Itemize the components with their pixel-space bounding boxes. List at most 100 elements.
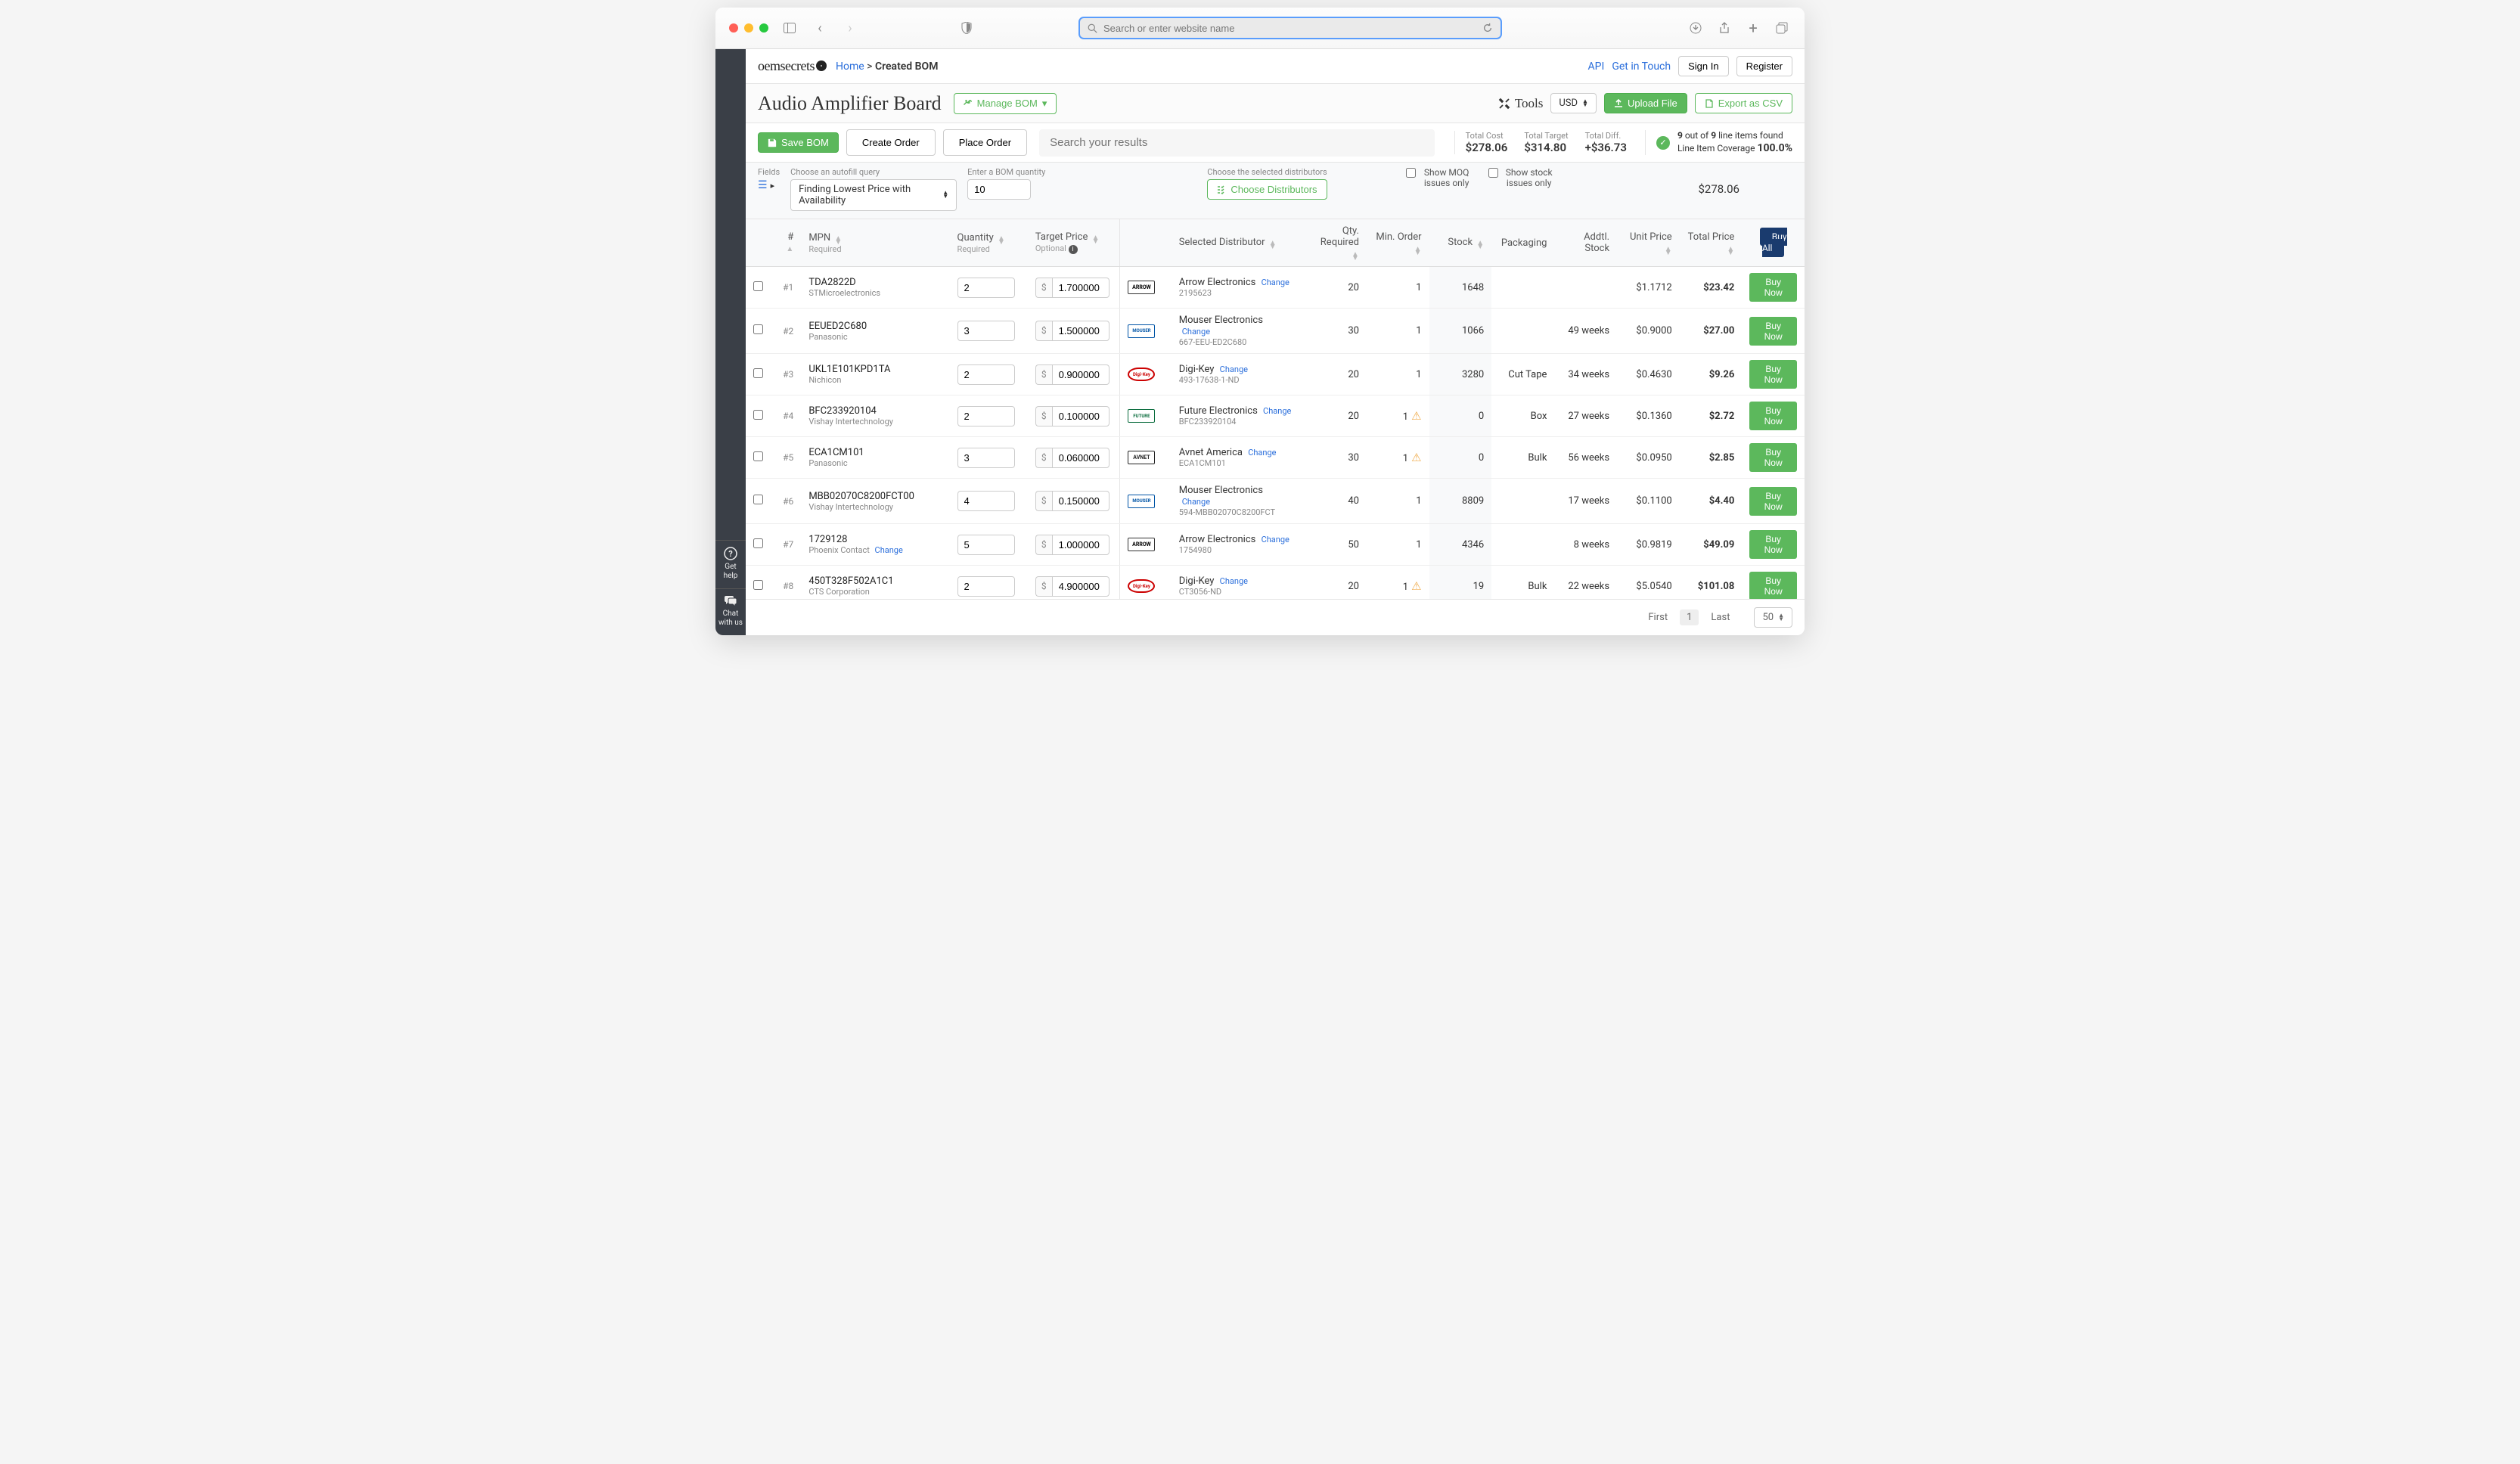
buy-now-button[interactable]: Buy Now — [1749, 360, 1797, 389]
create-order-button[interactable]: Create Order — [846, 129, 936, 156]
sort-icon[interactable]: ▲▼ — [1665, 247, 1672, 255]
url-input[interactable] — [1103, 23, 1476, 34]
pager-last[interactable]: Last — [1711, 612, 1730, 623]
sort-icon[interactable]: ▲▼ — [1414, 247, 1422, 255]
target-price-input[interactable] — [1052, 406, 1109, 426]
show-moq-checkbox[interactable]: Show MOQ issues only — [1406, 167, 1473, 189]
target-price-input[interactable] — [1052, 364, 1109, 385]
sort-icon[interactable]: ▲▼ — [1352, 253, 1359, 260]
currency-select[interactable]: USD▲▼ — [1550, 93, 1597, 113]
target-price-input[interactable] — [1052, 576, 1109, 597]
quantity-input[interactable] — [957, 491, 1015, 511]
breadcrumb-home[interactable]: Home — [836, 60, 864, 73]
tools-menu[interactable]: Tools — [1498, 96, 1544, 111]
back-icon[interactable]: ‹ — [811, 19, 829, 37]
fields-expand-icon[interactable]: ▸ — [771, 181, 775, 191]
new-tab-icon[interactable]: + — [1744, 19, 1762, 37]
share-icon[interactable] — [1715, 19, 1733, 37]
export-csv-button[interactable]: Export as CSV — [1695, 93, 1792, 113]
search-input[interactable] — [1050, 136, 1424, 149]
target-price-input[interactable] — [1052, 321, 1109, 341]
logo[interactable]: oemsecrets — [758, 58, 827, 74]
change-distributor-link[interactable]: Change — [1263, 406, 1291, 416]
forward-icon[interactable]: › — [841, 19, 859, 37]
url-bar[interactable] — [1078, 17, 1502, 39]
sort-icon[interactable]: ▲▼ — [1476, 241, 1484, 249]
buy-all-button[interactable]: Buy All — [1760, 228, 1787, 257]
buy-now-button[interactable]: Buy Now — [1749, 273, 1797, 302]
sort-icon[interactable]: ▲▼ — [1269, 241, 1277, 249]
manage-bom-button[interactable]: Manage BOM ▾ — [954, 93, 1057, 114]
upload-file-button[interactable]: Upload File — [1604, 93, 1687, 113]
change-distributor-link[interactable]: Change — [1220, 364, 1248, 374]
change-distributor-link[interactable]: Change — [1262, 278, 1289, 287]
show-stock-checkbox[interactable]: Show stock issues only — [1488, 167, 1556, 189]
close-window-icon[interactable] — [729, 23, 738, 33]
register-button[interactable]: Register — [1736, 56, 1792, 76]
sort-icon[interactable]: ▲▼ — [998, 237, 1005, 244]
minimize-window-icon[interactable] — [744, 23, 753, 33]
sidebar-toggle-icon[interactable] — [781, 19, 799, 37]
contact-link[interactable]: Get in Touch — [1612, 60, 1671, 73]
shield-icon[interactable] — [957, 19, 976, 37]
packaging — [1491, 479, 1554, 524]
target-price-input[interactable] — [1052, 278, 1109, 298]
place-order-button[interactable]: Place Order — [943, 129, 1027, 156]
maximize-window-icon[interactable] — [759, 23, 768, 33]
sort-icon[interactable]: ▲▼ — [1727, 247, 1734, 255]
buy-now-button[interactable]: Buy Now — [1749, 402, 1797, 430]
row-checkbox[interactable] — [753, 324, 763, 334]
buy-now-button[interactable]: Buy Now — [1749, 487, 1797, 516]
page-size-select[interactable]: 50▲▼ — [1754, 607, 1792, 628]
target-price-input[interactable] — [1052, 491, 1109, 511]
change-distributor-link[interactable]: Change — [1182, 497, 1210, 507]
quantity-input[interactable] — [957, 278, 1015, 298]
pager-first[interactable]: First — [1648, 612, 1668, 623]
sign-in-button[interactable]: Sign In — [1678, 56, 1728, 76]
change-link[interactable]: Change — [875, 545, 903, 555]
row-checkbox[interactable] — [753, 451, 763, 461]
change-distributor-link[interactable]: Change — [1220, 576, 1248, 586]
save-bom-button[interactable]: Save BOM — [758, 132, 839, 153]
downloads-icon[interactable] — [1687, 19, 1705, 37]
buy-now-button[interactable]: Buy Now — [1749, 530, 1797, 559]
row-checkbox[interactable] — [753, 580, 763, 590]
sort-icon[interactable]: ▲▼ — [1092, 236, 1100, 243]
row-checkbox[interactable] — [753, 495, 763, 504]
change-distributor-link[interactable]: Change — [1248, 448, 1276, 458]
sort-icon[interactable]: ▲▼ — [834, 237, 842, 244]
target-price-input[interactable] — [1052, 448, 1109, 468]
total-diff: Total Diff.+$36.73 — [1585, 131, 1627, 154]
bom-qty-input[interactable] — [967, 179, 1031, 200]
row-checkbox[interactable] — [753, 281, 763, 291]
change-distributor-link[interactable]: Change — [1182, 327, 1210, 337]
quantity-input[interactable] — [957, 321, 1015, 341]
autofill-select[interactable]: Finding Lowest Price with Availability▲▼ — [790, 179, 957, 211]
choose-distributors-button[interactable]: Choose Distributors — [1207, 179, 1327, 200]
search-results[interactable] — [1039, 129, 1435, 157]
quantity-input[interactable] — [957, 535, 1015, 555]
buy-now-button[interactable]: Buy Now — [1749, 317, 1797, 346]
api-link[interactable]: API — [1588, 60, 1605, 73]
change-distributor-link[interactable]: Change — [1262, 535, 1289, 544]
row-index: #6 — [771, 479, 801, 524]
buy-now-button[interactable]: Buy Now — [1749, 572, 1797, 599]
target-price-input[interactable] — [1052, 535, 1109, 555]
chat-button[interactable]: Chat with us — [715, 588, 746, 635]
tabs-icon[interactable] — [1773, 19, 1791, 37]
quantity-input[interactable] — [957, 406, 1015, 426]
sort-icon[interactable]: ▲ — [786, 247, 793, 251]
table-row: #6 MBB02070C8200FCT00Vishay Intertechnol… — [746, 479, 1805, 524]
row-checkbox[interactable] — [753, 538, 763, 548]
reload-icon[interactable] — [1482, 23, 1493, 33]
row-checkbox[interactable] — [753, 368, 763, 378]
fields-config-icon[interactable]: ☰ — [758, 179, 768, 191]
row-checkbox[interactable] — [753, 410, 763, 420]
quantity-input[interactable] — [957, 448, 1015, 468]
unit-price: $0.9819 — [1617, 524, 1680, 566]
quantity-input[interactable] — [957, 576, 1015, 597]
get-help-button[interactable]: ? Get help — [715, 540, 746, 588]
info-icon[interactable]: i — [1069, 245, 1078, 254]
buy-now-button[interactable]: Buy Now — [1749, 443, 1797, 472]
quantity-input[interactable] — [957, 364, 1015, 385]
